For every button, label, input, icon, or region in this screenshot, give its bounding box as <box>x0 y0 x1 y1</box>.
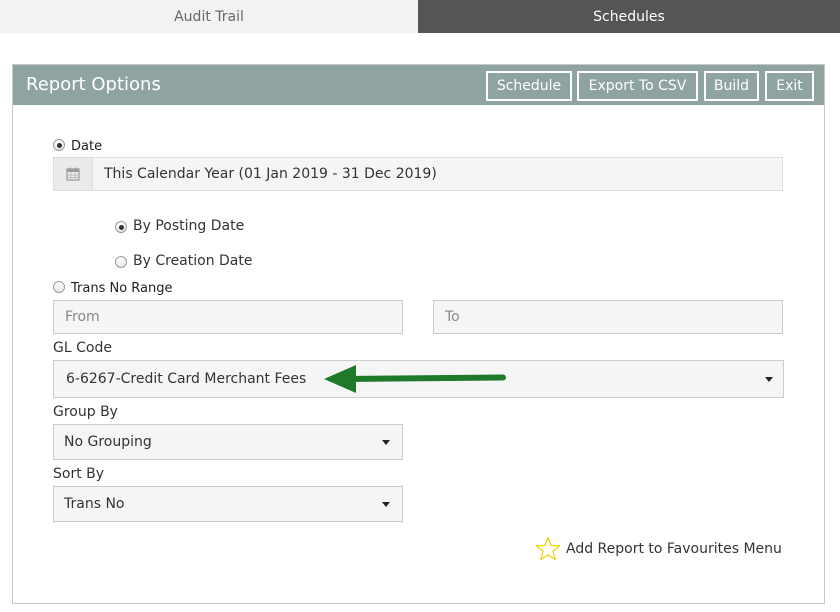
sort-by-label: Sort By <box>53 466 105 482</box>
panel-title: Report Options <box>26 74 161 95</box>
sort-by-select[interactable]: Trans No <box>53 486 403 522</box>
tab-schedules[interactable]: Schedules <box>418 0 840 33</box>
report-options-panel: Report Options Schedule Export To CSV Bu… <box>12 64 825 604</box>
build-button[interactable]: Build <box>704 71 759 101</box>
date-icon-cell[interactable] <box>54 158 93 190</box>
chevron-down-icon <box>382 440 390 445</box>
date-radio[interactable] <box>53 139 65 151</box>
tab-bar: Audit Trail Schedules <box>0 0 840 33</box>
by-creation-date-label: By Creation Date <box>133 253 253 269</box>
date-range-selector[interactable]: This Calendar Year (01 Jan 2019 - 31 Dec… <box>53 157 783 191</box>
add-to-favourites-link[interactable]: Add Report to Favourites Menu <box>535 536 782 562</box>
calendar-icon <box>66 167 80 181</box>
date-radio-label: Date <box>71 139 103 154</box>
sort-by-value: Trans No <box>64 496 125 512</box>
group-by-value: No Grouping <box>64 434 152 450</box>
arrow-annotation-icon <box>324 365 506 393</box>
chevron-down-icon <box>382 502 390 507</box>
by-posting-date-label: By Posting Date <box>133 218 245 234</box>
trans-no-range-radio[interactable] <box>53 281 65 293</box>
panel-header: Report Options Schedule Export To CSV Bu… <box>13 65 824 105</box>
exit-button[interactable]: Exit <box>765 71 814 101</box>
tab-audit-trail[interactable]: Audit Trail <box>0 0 418 33</box>
gl-code-value: 6-6267-Credit Card Merchant Fees <box>66 371 307 387</box>
group-by-label: Group By <box>53 404 118 420</box>
star-outline-icon <box>535 536 561 561</box>
chevron-down-icon <box>765 377 773 382</box>
export-csv-button[interactable]: Export To CSV <box>577 71 698 101</box>
group-by-select[interactable]: No Grouping <box>53 424 403 460</box>
by-posting-date-radio[interactable] <box>115 221 127 233</box>
date-range-value: This Calendar Year (01 Jan 2019 - 31 Dec… <box>104 166 437 182</box>
trans-no-range-label: Trans No Range <box>71 281 173 296</box>
by-creation-date-radio[interactable] <box>115 256 127 268</box>
gl-code-label: GL Code <box>53 340 112 356</box>
trans-from-input[interactable]: From <box>53 300 403 334</box>
add-to-favourites-label: Add Report to Favourites Menu <box>566 541 782 557</box>
trans-to-input[interactable]: To <box>433 300 783 334</box>
schedule-button[interactable]: Schedule <box>486 71 572 101</box>
